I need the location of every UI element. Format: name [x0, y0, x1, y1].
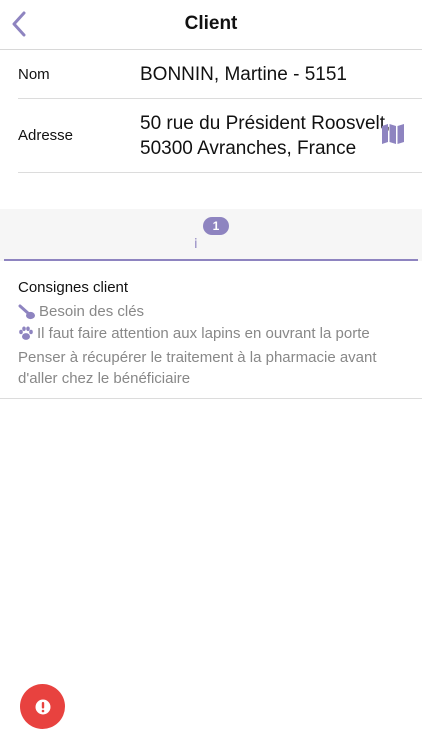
- name-value: BONNIN, Martine - 5151: [140, 63, 347, 85]
- instruction-keys: Besoin des clés: [18, 303, 144, 320]
- info-icon: i: [194, 237, 198, 252]
- client-instructions: Consignes client Besoin des clés Il faut…: [0, 261, 422, 399]
- map-icon[interactable]: [381, 123, 405, 145]
- address-block: 50 rue du Président Roosvelt, 50300 Avra…: [140, 111, 410, 161]
- exclamation-icon: [35, 699, 50, 714]
- tab-info[interactable]: i 1: [188, 217, 236, 257]
- app-screen: Client Nom BONNIN, Martine - 5151 Adress…: [0, 0, 422, 750]
- nav-header: Client: [0, 0, 422, 50]
- client-address-row: Adresse 50 rue du Président Roosvelt, 50…: [18, 99, 422, 173]
- alert-button[interactable]: [20, 684, 65, 729]
- key-icon: [18, 304, 35, 319]
- address-value: 50 rue du Président Roosvelt, 50300 Avra…: [140, 112, 391, 159]
- info-count-badge: 1: [203, 217, 229, 235]
- paw-icon: [19, 326, 33, 340]
- instruction-keys-text: Besoin des clés: [39, 303, 145, 320]
- page-title: Client: [184, 13, 238, 34]
- tab-bar: i 1: [0, 209, 422, 261]
- client-name-row: Nom BONNIN, Martine - 5151: [18, 50, 422, 99]
- address-label: Adresse: [18, 127, 74, 144]
- instruction-pets: Il faut faire attention aux lapins en ou…: [18, 325, 370, 342]
- instruction-note: Penser à récupérer le traitement à la ph…: [18, 349, 377, 387]
- name-label: Nom: [18, 65, 50, 83]
- instruction-pets-text: Il faut faire attention aux lapins en ou…: [37, 325, 370, 342]
- instructions-title: Consignes client: [18, 279, 129, 296]
